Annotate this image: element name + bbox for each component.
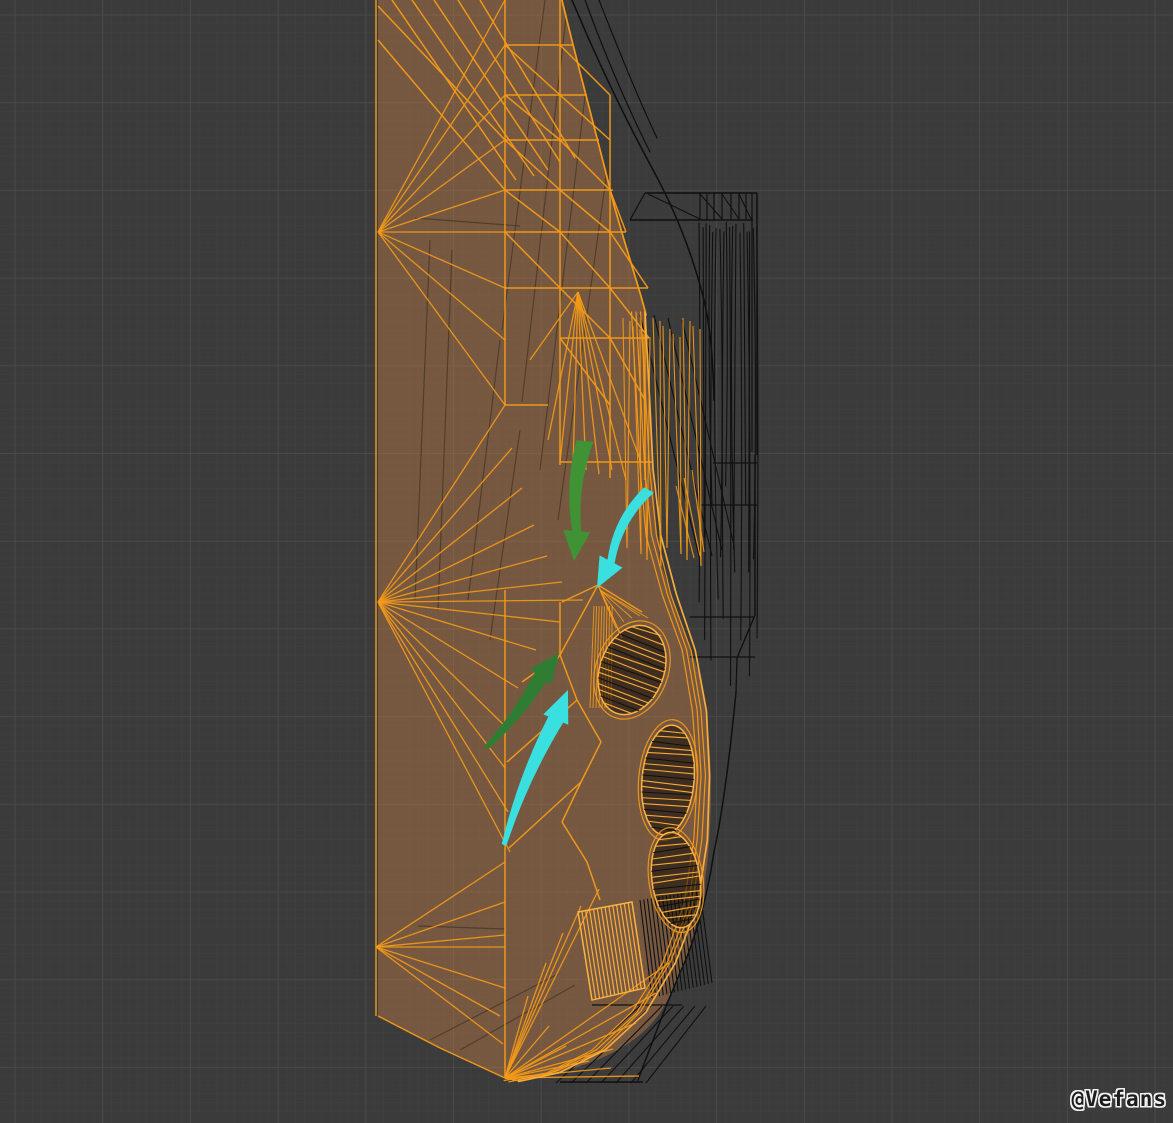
watermark: @Vefans [1071,1087,1167,1111]
viewport-canvas [0,0,1173,1123]
3d-viewport[interactable]: @Vefans [0,0,1173,1123]
